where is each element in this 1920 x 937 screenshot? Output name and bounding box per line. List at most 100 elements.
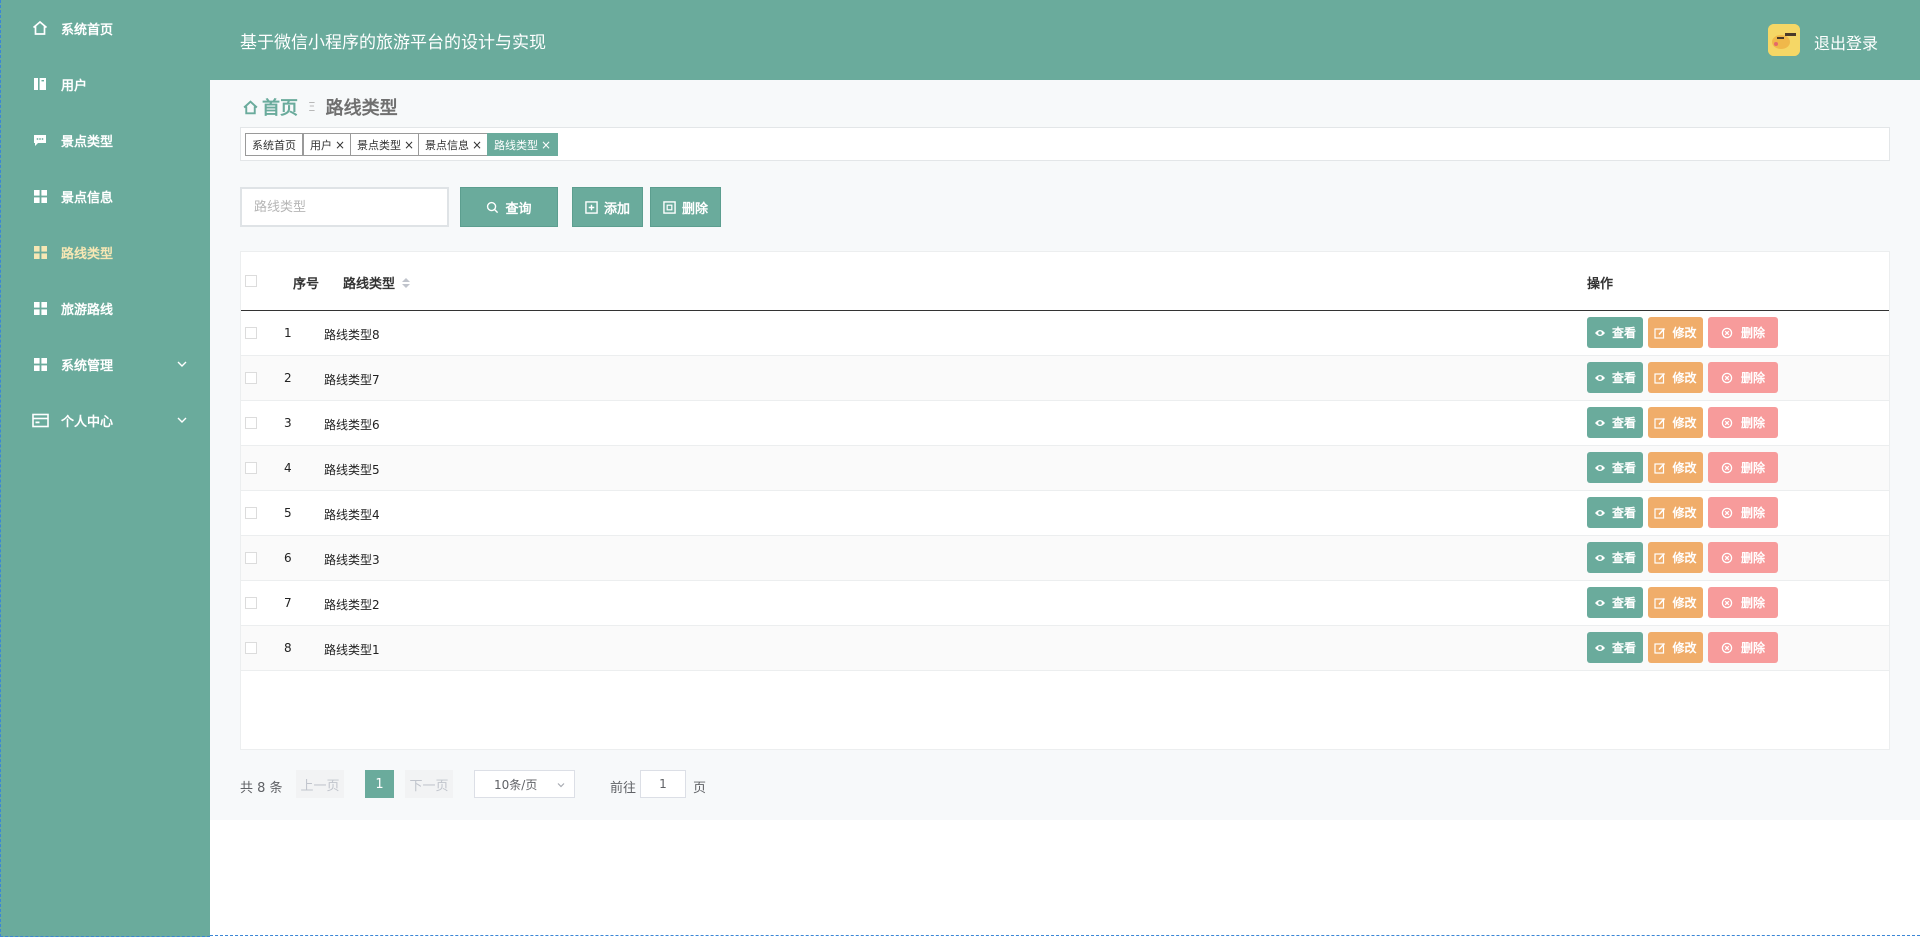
row-checkbox[interactable] — [245, 642, 257, 654]
edit-button[interactable]: 修改 — [1648, 407, 1703, 438]
view-button-label: 查看 — [1611, 641, 1636, 655]
row-checkbox[interactable] — [245, 507, 257, 519]
edit-button[interactable]: 修改 — [1648, 542, 1703, 573]
plus-square-icon — [585, 200, 598, 214]
edit-button[interactable]: 修改 — [1648, 317, 1703, 348]
edit-button[interactable]: 修改 — [1648, 497, 1703, 528]
row-index: 1 — [284, 326, 292, 340]
pagination: 共 8 条 上一页 1 下一页 10条/页 前往 页 — [240, 770, 840, 800]
row-checkbox[interactable] — [245, 372, 257, 384]
sidebar-item-3[interactable]: 景点类型 — [1, 112, 211, 168]
sidebar-item-4[interactable]: 景点信息 — [1, 168, 211, 224]
tag-2[interactable]: 用户 × — [303, 133, 353, 156]
tag-label: 用户 — [310, 138, 332, 152]
close-icon[interactable]: × — [541, 138, 551, 152]
view-button-label: 查看 — [1611, 551, 1636, 565]
close-icon[interactable]: × — [335, 138, 345, 152]
delete-button[interactable]: 删除 — [1708, 497, 1778, 528]
app-title: 基于微信小程序的旅游平台的设计与实现 — [240, 33, 546, 53]
view-button[interactable]: 查看 — [1587, 407, 1643, 438]
view-button[interactable]: 查看 — [1587, 452, 1643, 483]
edit-button[interactable]: 修改 — [1648, 452, 1703, 483]
route-type-search-input[interactable] — [240, 187, 449, 227]
sidebar-item-label: 用户 — [61, 78, 88, 94]
edit-button[interactable]: 修改 — [1648, 632, 1703, 663]
sort-icon[interactable] — [401, 277, 411, 289]
pagination-total: 共 8 条 — [240, 781, 283, 796]
edit-button[interactable]: 修改 — [1648, 362, 1703, 393]
add-button[interactable]: 添加 — [572, 187, 643, 227]
query-button[interactable]: 查询 — [460, 187, 558, 227]
edit-button[interactable]: 修改 — [1648, 587, 1703, 618]
goto-page-input[interactable] — [640, 770, 686, 798]
row-checkbox[interactable] — [245, 417, 257, 429]
eye-icon — [1594, 418, 1609, 428]
tag-5[interactable]: 路线类型 × — [487, 133, 559, 156]
logout-button[interactable]: 退出登录 — [1814, 30, 1878, 54]
row-checkbox[interactable] — [245, 327, 257, 339]
edit-icon — [1654, 417, 1669, 429]
eye-icon — [1594, 463, 1609, 473]
delete-square-icon — [663, 200, 676, 214]
row-index: 3 — [284, 416, 292, 430]
tag-4[interactable]: 景点信息 × — [418, 133, 490, 156]
delete-button[interactable]: 删除 — [1708, 362, 1778, 393]
delete-button[interactable]: 删除 — [1708, 452, 1778, 483]
view-button-label: 查看 — [1611, 416, 1636, 430]
avatar[interactable] — [1768, 24, 1800, 56]
sidebar-item-2[interactable]: 用户 — [1, 56, 211, 112]
eye-icon — [1594, 643, 1609, 653]
chevron-down-icon — [557, 783, 565, 788]
header-actions: 操作 — [1587, 277, 1614, 292]
tag-label: 系统首页 — [252, 138, 296, 152]
sidebar-item-6[interactable]: 旅游路线 — [1, 280, 211, 336]
page-number-current[interactable]: 1 — [365, 770, 394, 798]
delete-button[interactable]: 删除 — [1708, 407, 1778, 438]
tag-3[interactable]: 景点类型 × — [350, 133, 422, 156]
sidebar-item-label: 系统首页 — [61, 22, 114, 38]
view-button-label: 查看 — [1611, 371, 1636, 385]
breadcrumb-home[interactable]: 首页 — [242, 94, 298, 120]
row-index: 2 — [284, 371, 292, 385]
view-button[interactable]: 查看 — [1587, 497, 1643, 528]
page-size-select[interactable]: 10条/页 — [474, 770, 575, 798]
grid-icon — [31, 243, 49, 261]
sidebar-item-8[interactable]: 个人中心 — [1, 392, 211, 448]
tag-label: 路线类型 — [494, 138, 538, 152]
next-page-button[interactable]: 下一页 — [405, 770, 453, 798]
row-checkbox[interactable] — [245, 552, 257, 564]
close-circle-icon — [1721, 372, 1736, 384]
prev-page-button[interactable]: 上一页 — [296, 770, 344, 798]
batch-delete-button[interactable]: 删除 — [650, 187, 721, 227]
row-checkbox[interactable] — [245, 597, 257, 609]
edit-icon — [1654, 507, 1669, 519]
main-content: 首页 Ξ 路线类型 系统首页用户×景点类型×景点信息×路线类型× 查询 添加 删… — [210, 80, 1920, 820]
select-all-checkbox[interactable] — [245, 275, 257, 287]
view-button[interactable]: 查看 — [1587, 542, 1643, 573]
table-row: 4 路线类型5 查看 修改 删除 — [241, 446, 1889, 491]
delete-button[interactable]: 删除 — [1708, 632, 1778, 663]
row-checkbox[interactable] — [245, 462, 257, 474]
delete-button[interactable]: 删除 — [1708, 542, 1778, 573]
view-button[interactable]: 查看 — [1587, 587, 1643, 618]
sidebar-item-5[interactable]: 路线类型 — [1, 224, 211, 280]
row-route-type: 路线类型4 — [324, 508, 380, 522]
delete-button[interactable]: 删除 — [1708, 587, 1778, 618]
header-route-type[interactable]: 路线类型 — [343, 273, 411, 292]
sidebar-item-1[interactable]: 系统首页 — [1, 0, 211, 56]
sidebar-item-label: 景点类型 — [61, 134, 114, 150]
batch-delete-button-label: 删除 — [681, 201, 708, 217]
delete-button[interactable]: 删除 — [1708, 317, 1778, 348]
close-icon[interactable]: × — [472, 138, 482, 152]
home-icon — [31, 19, 49, 37]
view-button[interactable]: 查看 — [1587, 317, 1643, 348]
view-button[interactable]: 查看 — [1587, 362, 1643, 393]
chat-icon — [31, 131, 49, 149]
close-icon[interactable]: × — [404, 138, 414, 152]
tag-1[interactable]: 系统首页 — [245, 133, 303, 156]
row-route-type: 路线类型5 — [324, 463, 380, 477]
sidebar-item-7[interactable]: 系统管理 — [1, 336, 211, 392]
edit-button-label: 修改 — [1672, 371, 1697, 385]
delete-button-label: 删除 — [1740, 596, 1765, 610]
view-button[interactable]: 查看 — [1587, 632, 1643, 663]
